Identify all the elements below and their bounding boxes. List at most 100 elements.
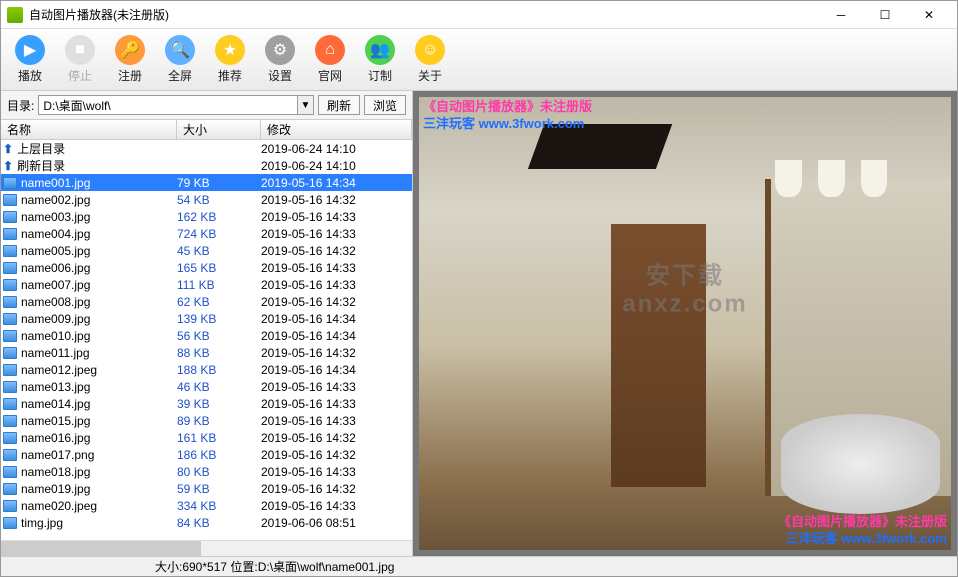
image-file-icon: [3, 415, 17, 427]
image-file-icon: [3, 449, 17, 461]
file-row[interactable]: timg.jpg84 KB2019-06-06 08:51: [1, 514, 412, 531]
file-row[interactable]: name013.jpg46 KB2019-05-16 14:33: [1, 378, 412, 395]
toolbtn-about[interactable]: ☺ 关于: [409, 33, 451, 86]
titlebar: 自动图片播放器(未注册版) ─ ☐ ✕: [1, 1, 957, 29]
status-info: 大小:690*517 位置:D:\桌面\wolf\name001.jpg: [155, 558, 394, 575]
about-label: 关于: [418, 67, 442, 84]
image-file-icon: [3, 517, 17, 529]
up-arrow-icon: ⬆: [3, 159, 13, 173]
settings-label: 设置: [268, 67, 292, 84]
file-row[interactable]: name005.jpg45 KB2019-05-16 14:32: [1, 242, 412, 259]
close-button[interactable]: ✕: [907, 1, 951, 29]
toolbtn-play[interactable]: ▶ 播放: [9, 33, 51, 86]
recommend-label: 推荐: [218, 67, 242, 84]
col-name[interactable]: 名称: [1, 120, 177, 139]
main-area: 目录: ▼ 刷新 浏览 名称 大小 修改 ⬆上层目录2019-06-24 14:…: [1, 91, 957, 556]
file-row[interactable]: name015.jpg89 KB2019-05-16 14:33: [1, 412, 412, 429]
custom-icon: 👥: [365, 35, 395, 65]
file-row[interactable]: name008.jpg62 KB2019-05-16 14:32: [1, 293, 412, 310]
watermark-bottom: 《自动图片播放器》未注册版 三沣玩客 www.3fwork.com: [778, 514, 947, 548]
file-row[interactable]: name007.jpg111 KB2019-05-16 14:33: [1, 276, 412, 293]
toolbtn-website[interactable]: ⌂ 官网: [309, 33, 351, 86]
image-file-icon: [3, 296, 17, 308]
minimize-button[interactable]: ─: [819, 1, 863, 29]
play-label: 播放: [18, 67, 42, 84]
image-file-icon: [3, 381, 17, 393]
image-file-icon: [3, 330, 17, 342]
window-title: 自动图片播放器(未注册版): [29, 6, 819, 23]
file-row[interactable]: name009.jpg139 KB2019-05-16 14:34: [1, 310, 412, 327]
browse-button[interactable]: 浏览: [364, 95, 406, 115]
play-icon: ▶: [15, 35, 45, 65]
file-row[interactable]: name001.jpg79 KB2019-05-16 14:34: [1, 174, 412, 191]
path-dropdown-icon[interactable]: ▼: [298, 95, 314, 115]
center-watermark: 安下载anxz.com: [622, 256, 747, 319]
file-row[interactable]: name006.jpg165 KB2019-05-16 14:33: [1, 259, 412, 276]
settings-icon: ⚙: [265, 35, 295, 65]
file-row[interactable]: name018.jpg80 KB2019-05-16 14:33: [1, 463, 412, 480]
image-file-icon: [3, 466, 17, 478]
maximize-button[interactable]: ☐: [863, 1, 907, 29]
dir-row[interactable]: ⬆刷新目录2019-06-24 14:10: [1, 157, 412, 174]
path-label: 目录:: [7, 97, 34, 114]
image-preview[interactable]: 《自动图片播放器》未注册版 三沣玩客 www.3fwork.com 安下载anx…: [419, 97, 951, 550]
stop-icon: ■: [65, 35, 95, 65]
register-icon: 🔑: [115, 35, 145, 65]
file-panel: 目录: ▼ 刷新 浏览 名称 大小 修改 ⬆上层目录2019-06-24 14:…: [1, 91, 413, 556]
image-file-icon: [3, 245, 17, 257]
file-row[interactable]: name012.jpeg188 KB2019-05-16 14:34: [1, 361, 412, 378]
toolbtn-register[interactable]: 🔑 注册: [109, 33, 151, 86]
image-file-icon: [3, 313, 17, 325]
toolbtn-settings[interactable]: ⚙ 设置: [259, 33, 301, 86]
image-file-icon: [3, 432, 17, 444]
register-label: 注册: [118, 67, 142, 84]
image-file-icon: [3, 347, 17, 359]
recommend-icon: ★: [215, 35, 245, 65]
custom-label: 订制: [368, 67, 392, 84]
image-file-icon: [3, 398, 17, 410]
image-file-icon: [3, 262, 17, 274]
image-file-icon: [3, 364, 17, 376]
file-row[interactable]: name010.jpg56 KB2019-05-16 14:34: [1, 327, 412, 344]
refresh-button[interactable]: 刷新: [318, 95, 360, 115]
website-icon: ⌂: [315, 35, 345, 65]
col-size[interactable]: 大小: [177, 120, 261, 139]
file-row[interactable]: name020.jpeg334 KB2019-05-16 14:33: [1, 497, 412, 514]
toolbtn-custom[interactable]: 👥 订制: [359, 33, 401, 86]
list-header: 名称 大小 修改: [1, 120, 412, 140]
image-file-icon: [3, 177, 17, 189]
statusbar: 大小:690*517 位置:D:\桌面\wolf\name001.jpg: [1, 556, 957, 576]
file-row[interactable]: name002.jpg54 KB2019-05-16 14:32: [1, 191, 412, 208]
image-file-icon: [3, 194, 17, 206]
path-input[interactable]: [38, 95, 298, 115]
file-row[interactable]: name016.jpg161 KB2019-05-16 14:32: [1, 429, 412, 446]
stop-label: 停止: [68, 67, 92, 84]
image-file-icon: [3, 228, 17, 240]
file-row[interactable]: name004.jpg724 KB2019-05-16 14:33: [1, 225, 412, 242]
fullscreen-icon: 🔍: [165, 35, 195, 65]
file-row[interactable]: name011.jpg88 KB2019-05-16 14:32: [1, 344, 412, 361]
col-modified[interactable]: 修改: [261, 120, 412, 139]
preview-panel: 《自动图片播放器》未注册版 三沣玩客 www.3fwork.com 安下载anx…: [413, 91, 957, 556]
dir-row[interactable]: ⬆上层目录2019-06-24 14:10: [1, 140, 412, 157]
image-file-icon: [3, 211, 17, 223]
horizontal-scrollbar[interactable]: [1, 540, 412, 556]
path-bar: 目录: ▼ 刷新 浏览: [1, 91, 412, 120]
image-file-icon: [3, 279, 17, 291]
path-combo[interactable]: ▼: [38, 95, 314, 115]
file-row[interactable]: name014.jpg39 KB2019-05-16 14:33: [1, 395, 412, 412]
toolbtn-stop: ■ 停止: [59, 33, 101, 86]
image-file-icon: [3, 483, 17, 495]
watermark-top: 《自动图片播放器》未注册版 三沣玩客 www.3fwork.com: [423, 99, 592, 133]
file-list[interactable]: ⬆上层目录2019-06-24 14:10⬆刷新目录2019-06-24 14:…: [1, 140, 412, 540]
toolbar: ▶ 播放 ■ 停止 🔑 注册 🔍全屏 ★ 推荐 ⚙ 设置 ⌂ 官网 👥 订制 ☺ 关于: [1, 29, 957, 91]
about-icon: ☺: [415, 35, 445, 65]
toolbtn-recommend[interactable]: ★ 推荐: [209, 33, 251, 86]
website-label: 官网: [318, 67, 342, 84]
file-row[interactable]: name019.jpg59 KB2019-05-16 14:32: [1, 480, 412, 497]
toolbtn-fullscreen[interactable]: 🔍全屏: [159, 33, 201, 86]
app-icon: [7, 7, 23, 23]
image-file-icon: [3, 500, 17, 512]
file-row[interactable]: name017.png186 KB2019-05-16 14:32: [1, 446, 412, 463]
file-row[interactable]: name003.jpg162 KB2019-05-16 14:33: [1, 208, 412, 225]
